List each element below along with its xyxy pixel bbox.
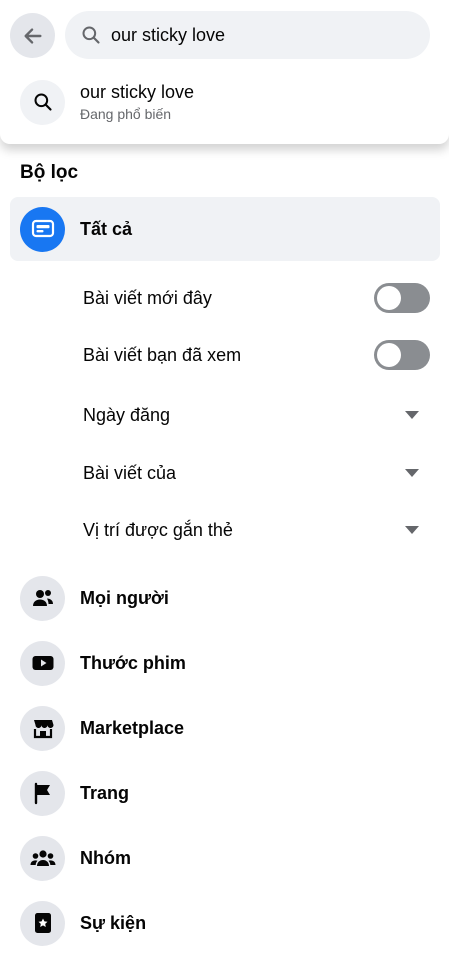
category-events-label: Sự kiện [80, 912, 147, 933]
seen-posts-toggle[interactable] [374, 340, 430, 370]
category-groups-label: Nhóm [80, 847, 131, 868]
caret-down-icon [405, 469, 419, 477]
posts-card-icon [20, 206, 65, 252]
filter-all-posts[interactable]: Tất cả [10, 197, 440, 261]
suggestion-text: our sticky love Đang phổ biến [80, 81, 194, 123]
category-marketplace[interactable]: Marketplace [20, 704, 440, 752]
groups-icon [20, 835, 65, 881]
event-star-icon [20, 900, 65, 946]
suggestion-subtitle: Đang phổ biến [80, 106, 172, 122]
category-people[interactable]: Mọi người [20, 574, 440, 622]
filter-tagged-location[interactable]: Vị trí được gắn thẻ [83, 510, 433, 550]
search-panel: our sticky love Đang phổ biến [0, 0, 449, 144]
category-marketplace-label: Marketplace [80, 717, 185, 738]
filter-recent-posts-label: Bài viết mới đây [83, 287, 212, 308]
category-events[interactable]: Sự kiện [20, 899, 440, 947]
filter-seen-posts-label: Bài viết bạn đã xem [83, 344, 242, 365]
filter-date-posted[interactable]: Ngày đăng [83, 395, 433, 435]
filter-date-posted-label: Ngày đăng [83, 404, 171, 425]
search-icon [81, 25, 101, 45]
search-suggestion[interactable]: our sticky love Đang phổ biến [10, 70, 439, 134]
video-play-icon [20, 640, 65, 686]
filter-recent-posts: Bài viết mới đây [83, 278, 433, 318]
filters-heading: Bộ lọc [20, 162, 79, 183]
caret-down-icon [405, 526, 419, 534]
category-reels-label: Thước phim [80, 652, 186, 673]
search-input[interactable] [111, 24, 411, 46]
toggle-knob [377, 286, 401, 310]
back-button[interactable] [10, 13, 55, 58]
category-pages[interactable]: Trang [20, 769, 440, 817]
people-icon [20, 575, 65, 621]
category-groups[interactable]: Nhóm [20, 834, 440, 882]
suggestion-title: our sticky love [80, 82, 195, 102]
marketplace-shop-icon [20, 705, 65, 751]
category-people-label: Mọi người [80, 587, 169, 608]
filter-posts-from-label: Bài viết của [83, 462, 177, 483]
filter-posts-from[interactable]: Bài viết của [83, 453, 433, 493]
search-box[interactable] [65, 11, 430, 59]
category-pages-label: Trang [80, 782, 130, 803]
recent-posts-toggle[interactable] [374, 283, 430, 313]
arrow-left-icon [22, 25, 44, 47]
filter-tagged-location-label: Vị trí được gắn thẻ [83, 519, 233, 540]
suggestion-search-icon [20, 79, 65, 125]
toggle-knob [377, 343, 401, 367]
filter-seen-posts: Bài viết bạn đã xem [83, 335, 433, 375]
flag-icon [20, 770, 65, 816]
caret-down-icon [405, 411, 419, 419]
category-reels[interactable]: Thước phim [20, 639, 440, 687]
filter-all-label: Tất cả [80, 218, 133, 239]
